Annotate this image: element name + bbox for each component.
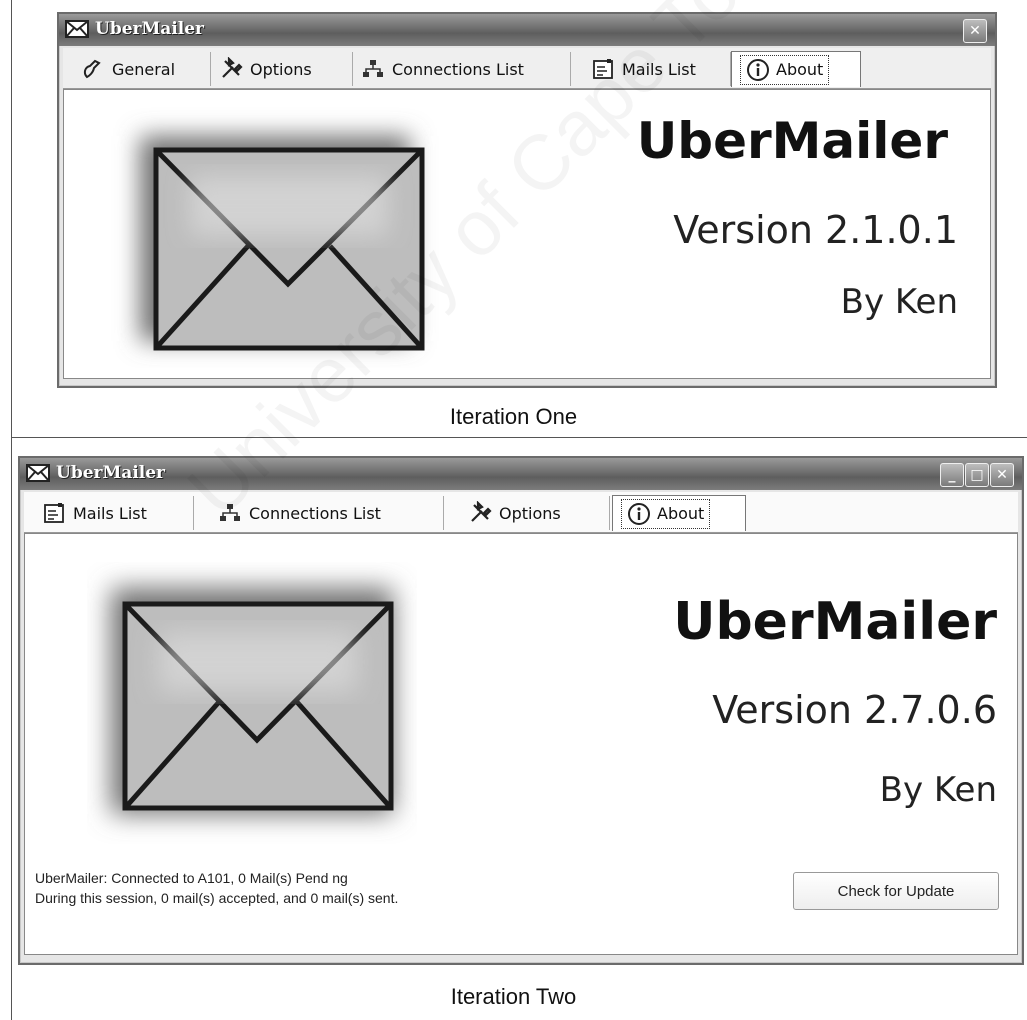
tab-label: Connections List	[392, 59, 524, 79]
tab-mails-list[interactable]: Mails List	[34, 496, 194, 530]
close-button[interactable]: ✕	[963, 19, 987, 43]
app-name: UberMailer	[673, 592, 997, 652]
maximize-button[interactable]: □	[965, 463, 989, 487]
status-line-2: During this session, 0 mail(s) accepted,…	[35, 890, 399, 906]
check-for-update-button[interactable]: Check for Update	[793, 872, 999, 910]
envelope-logo-icon	[111, 588, 394, 814]
connections-icon	[363, 60, 383, 77]
tab-general[interactable]: General	[73, 52, 211, 86]
status-line-1: UberMailer: Connected to A101, 0 Mail(s)…	[35, 870, 348, 886]
tab-connections-list[interactable]: Connections List	[353, 52, 571, 86]
tools-icon	[471, 501, 492, 522]
tab-about[interactable]: About	[731, 51, 861, 87]
version-text: Version 2.7.0.6	[712, 688, 997, 732]
envelope-icon	[65, 20, 89, 38]
caption-iteration-one: Iteration One	[449, 404, 578, 429]
tab-about[interactable]: About	[612, 495, 746, 531]
tab-label: Options	[250, 59, 312, 79]
window-iteration-two: UberMailer _ □ ✕ Mails List Connections …	[18, 456, 1024, 965]
window-title: UberMailer	[95, 19, 205, 39]
titlebar[interactable]: UberMailer _ □ ✕	[20, 458, 1022, 490]
info-icon	[747, 58, 769, 81]
tools-icon	[222, 57, 243, 78]
window-title: UberMailer	[56, 463, 166, 483]
minimize-button[interactable]: _	[940, 463, 964, 487]
general-icon	[83, 59, 101, 79]
app-name: UberMailer	[636, 112, 948, 170]
envelope-icon	[26, 464, 50, 482]
tab-strip: Mails List Connections List Options Abou…	[24, 492, 1018, 533]
tab-label: General	[112, 59, 176, 79]
author-text: By Ken	[879, 770, 997, 810]
tab-options[interactable]: Options	[211, 52, 353, 86]
status-text: UberMailer: Connected to A101, 0 Mail(s)…	[35, 868, 398, 908]
about-panel: UberMailer Version 2.7.0.6 By Ken UberMa…	[24, 533, 1018, 955]
mails-list-icon	[44, 503, 64, 523]
titlebar[interactable]: UberMailer ✕	[59, 14, 995, 46]
version-text: Version 2.1.0.1	[673, 208, 958, 252]
info-icon	[628, 502, 650, 525]
tab-options[interactable]: Options	[460, 496, 610, 530]
tab-strip: General Options Connections List Mails L…	[63, 48, 991, 89]
author-text: By Ken	[840, 282, 958, 322]
tab-label: Connections List	[249, 503, 381, 523]
frame-divider	[11, 437, 1027, 438]
tab-label: Options	[499, 503, 561, 523]
tab-focus-rect: About	[621, 498, 711, 529]
frame-left-border	[11, 0, 12, 1020]
tab-label: Mails List	[73, 503, 147, 523]
tab-focus-rect: About	[740, 54, 830, 85]
tab-label: About	[657, 504, 705, 523]
close-button[interactable]: ✕	[990, 463, 1014, 487]
caption-iteration-two: Iteration Two	[450, 984, 577, 1009]
tab-label: About	[776, 60, 824, 79]
